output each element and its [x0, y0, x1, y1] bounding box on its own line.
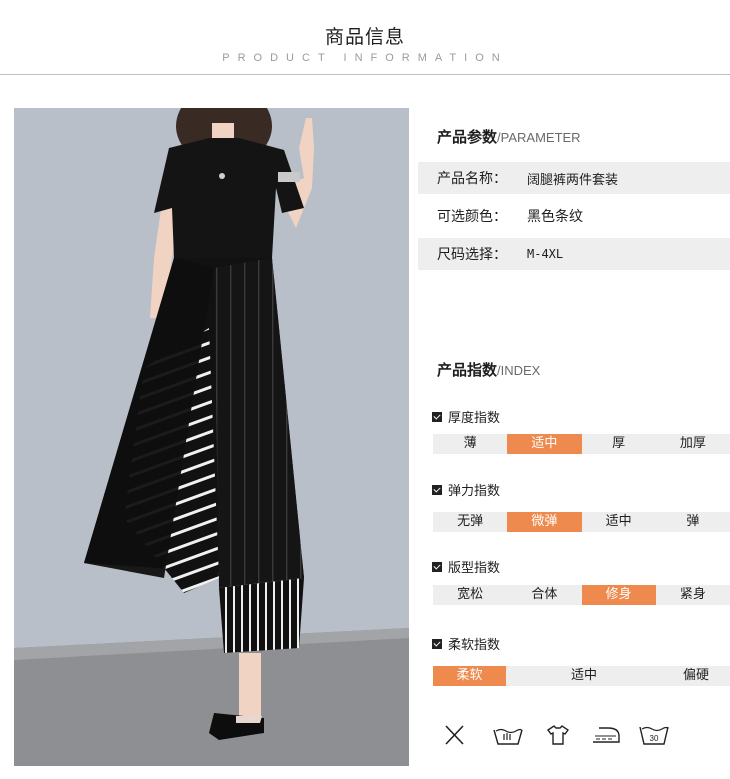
no-dry-clean-icon [445, 725, 464, 745]
param-value: 黑色条纹 [527, 209, 583, 225]
option-hard: 偏硬 [682, 668, 709, 683]
index-title-en: /INDEX [497, 363, 541, 378]
option-thin: 薄 [463, 436, 477, 451]
option-medium-selected: 适中 [507, 434, 582, 454]
option-no-stretch: 无弹 [457, 514, 484, 529]
option-medium: 适中 [570, 668, 597, 683]
header-divider [0, 74, 730, 75]
option-thick: 厚 [612, 436, 626, 451]
page-subtitle: PRODUCT INFORMATION [222, 52, 508, 64]
parameter-title: 产品参数 [437, 128, 498, 146]
index-heading: 产品指数/INDEX [437, 359, 540, 380]
param-row-name: 产品名称： 阔腿裤两件套装 [418, 162, 730, 194]
checkbox-icon [432, 411, 442, 422]
param-key: 尺码选择： [437, 247, 507, 263]
thickness-options: 薄 适中 厚 加厚 [433, 434, 730, 454]
option-tight: 紧身 [679, 587, 706, 602]
parameter-title-en: /PARAMETER [497, 130, 581, 145]
option-soft-selected: 柔软 [433, 666, 506, 686]
index-label-text: 版型指数 [448, 561, 501, 576]
checkbox-icon [432, 561, 442, 572]
option-extra-thick: 加厚 [679, 436, 706, 451]
param-key: 可选颜色： [437, 209, 507, 225]
parameter-heading: 产品参数/PARAMETER [437, 126, 581, 147]
hang-dry-icon [546, 725, 570, 745]
param-row-color: 可选颜色： 黑色条纹 [418, 200, 730, 232]
softness-options: 柔软 适中 偏硬 [433, 666, 730, 686]
elasticity-index-label: 弹力指数 [432, 480, 500, 499]
iron-icon [593, 727, 620, 743]
param-value: M-4XL [527, 247, 564, 261]
page-title: 商品信息 [324, 26, 405, 48]
index-title: 产品指数 [437, 361, 498, 379]
option-slight-stretch-selected: 微弹 [507, 512, 582, 532]
elasticity-options: 无弹 微弹 适中 弹 [433, 512, 730, 532]
wash-temp-label: 30 [650, 734, 659, 743]
option-regular: 合体 [531, 587, 558, 602]
index-label-text: 柔软指数 [448, 638, 501, 653]
hand-wash-icon [493, 728, 523, 745]
param-value: 阔腿裤两件套装 [527, 172, 619, 188]
checkbox-icon [432, 484, 442, 495]
wash-30-icon: 30 [639, 726, 669, 745]
index-label-text: 厚度指数 [448, 411, 501, 426]
option-slim-selected: 修身 [581, 585, 656, 605]
param-key: 产品名称： [437, 171, 507, 187]
thickness-index-label: 厚度指数 [432, 407, 500, 426]
product-photo [14, 108, 409, 766]
checkbox-icon [432, 638, 442, 649]
param-row-size: 尺码选择： M-4XL [418, 238, 730, 270]
option-medium: 适中 [605, 514, 632, 529]
fit-index-label: 版型指数 [432, 557, 500, 576]
option-loose: 宽松 [457, 587, 484, 602]
index-label-text: 弹力指数 [448, 484, 501, 499]
softness-index-label: 柔软指数 [432, 634, 500, 653]
fit-options: 宽松 合体 修身 紧身 [433, 585, 730, 605]
option-stretch: 弹 [686, 514, 700, 529]
